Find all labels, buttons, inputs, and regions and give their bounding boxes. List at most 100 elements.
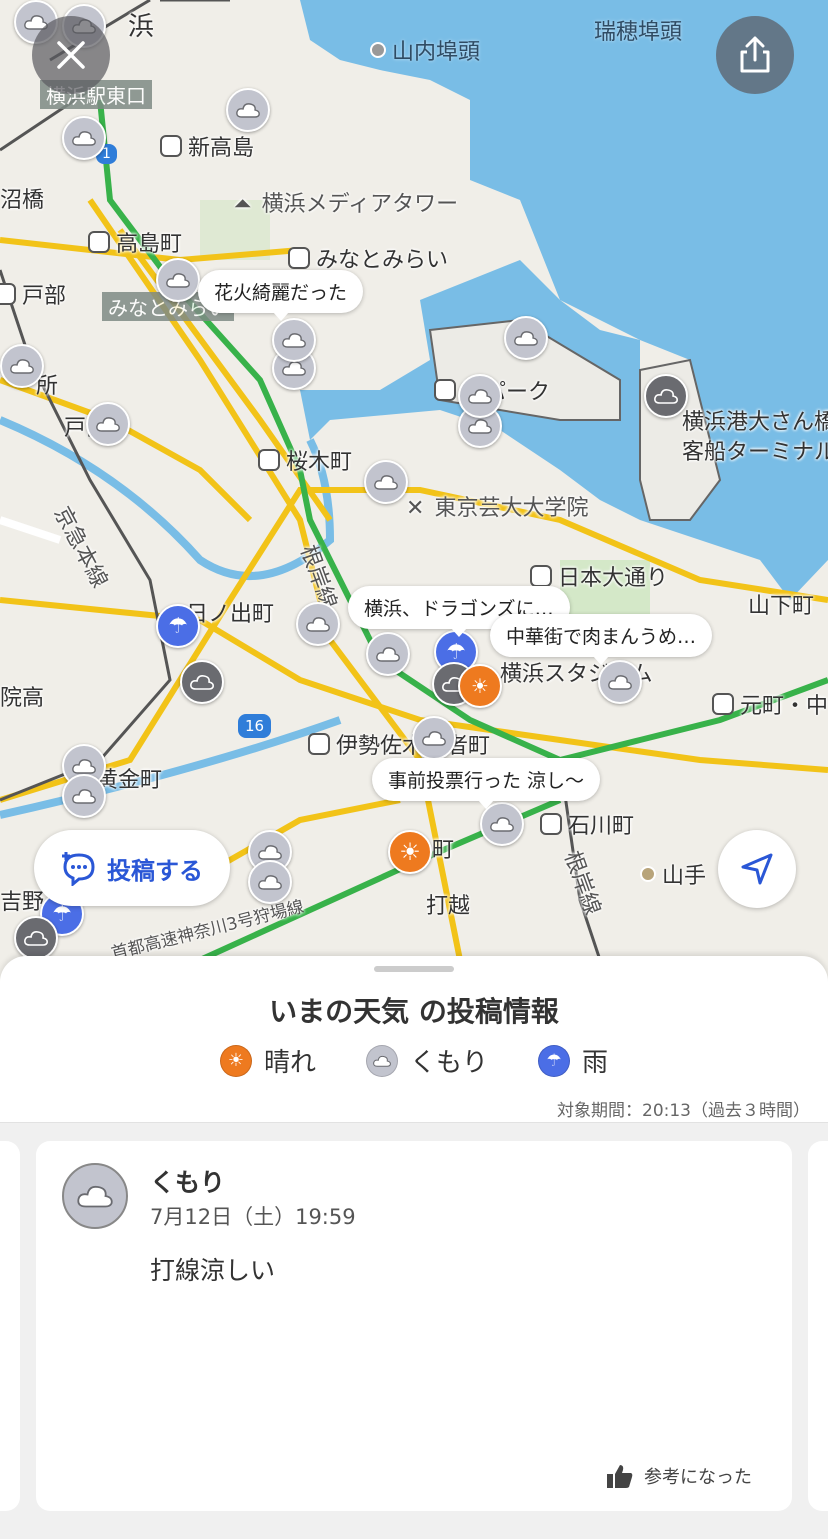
cloud-icon	[306, 617, 330, 632]
label-tobe: 戸部	[0, 278, 66, 310]
label-yamate: 山手	[640, 858, 706, 890]
pin-cloudy[interactable]	[598, 660, 642, 704]
post-card-prev[interactable]	[0, 1141, 20, 1511]
pin-cloudy[interactable]	[0, 344, 44, 388]
bottom-sheet: いまの天気 の投稿情報 ☀ 晴れ くもり ☂ 雨 対象期間：20:13（過去３時…	[0, 956, 828, 1539]
pin-cloudy[interactable]	[62, 116, 106, 160]
legend-sunny: ☀ 晴れ	[219, 1042, 316, 1079]
pin-cloudy[interactable]	[366, 632, 410, 676]
label-media-tower: ⏶ 横浜メディアタワー	[234, 192, 459, 217]
weather-legend: ☀ 晴れ くもり ☂ 雨	[0, 1042, 828, 1079]
pin-cloudy-dark[interactable]	[180, 660, 224, 704]
comment-bubble[interactable]: 事前投票行った 涼し〜	[372, 758, 601, 809]
cloud-icon	[374, 475, 398, 490]
pin-cloudy[interactable]	[272, 318, 316, 362]
cloud-icon	[258, 845, 282, 860]
cloud-icon	[365, 1044, 398, 1077]
post-card-next[interactable]	[808, 1141, 828, 1511]
pin-cloudy[interactable]	[248, 860, 292, 904]
legend-sunny-label: 晴れ	[263, 1048, 316, 1078]
cloud-icon	[10, 359, 34, 374]
cloud-icon	[166, 273, 190, 288]
pin-cloudy[interactable]	[504, 316, 548, 360]
cloud-icon	[282, 333, 306, 348]
sun-cloud-icon: ☀	[471, 674, 489, 698]
cloud-icon	[24, 931, 48, 946]
pin-cloudy[interactable]	[412, 716, 456, 760]
pin-cloudy-dark[interactable]	[14, 916, 58, 960]
cloud-icon	[96, 417, 120, 432]
cloud-icon	[468, 419, 492, 434]
legend-rain: ☂ 雨	[538, 1042, 608, 1079]
cloud-icon	[282, 361, 306, 376]
label-machi: 町	[432, 838, 455, 863]
comment-bubble[interactable]: 中華街で肉まんうめ…	[490, 614, 713, 665]
pin-cloudy[interactable]	[156, 258, 200, 302]
location-arrow-icon	[741, 853, 773, 885]
label-geidai: ✕ 東京芸大大学院	[406, 496, 589, 521]
post-bubble-icon	[62, 852, 95, 886]
post-weather: くもり	[150, 1168, 226, 1197]
label-inkou: 院高	[0, 686, 45, 711]
pin-cloudy[interactable]	[364, 460, 408, 504]
post-card[interactable]: くもり 7月12日（土）19:59 打線涼しい 参考になった	[36, 1141, 792, 1511]
cloud-icon	[468, 389, 492, 404]
cloud-icon	[190, 675, 214, 690]
cloud-icon	[376, 647, 400, 662]
label-hama: 浜	[128, 12, 155, 42]
cloud-icon	[490, 817, 514, 832]
label-takashimacho: 高島町	[88, 226, 182, 258]
cloud-icon	[258, 875, 282, 890]
label-motomachi: 元町・中	[712, 688, 828, 720]
label-mizuho: 瑞穂埠頭	[594, 20, 683, 45]
cloud-icon	[72, 789, 96, 804]
cloud-icon	[654, 389, 678, 404]
sheet-title: いまの天気 の投稿情報	[269, 995, 559, 1028]
label-osanbashi: 横浜港大さん橋	[682, 410, 828, 435]
comment-bubble[interactable]: 花火綺麗だった	[198, 270, 364, 321]
pin-cloudy[interactable]	[62, 774, 106, 818]
pin-cloudy[interactable]	[226, 88, 270, 132]
label-terminal: 客船ターミナル	[682, 440, 828, 465]
pin-cloudy[interactable]	[296, 602, 340, 646]
close-button[interactable]	[32, 16, 110, 94]
cloud-icon	[422, 731, 446, 746]
cloud-icon	[514, 331, 538, 346]
pin-cloudy[interactable]	[458, 374, 502, 418]
cloud-icon	[72, 131, 96, 146]
river2	[0, 716, 342, 819]
label-shintakashima: 新高島	[160, 130, 254, 162]
share-button[interactable]	[716, 16, 794, 94]
sheet-handle[interactable]	[374, 966, 454, 972]
current-location-button[interactable]	[718, 830, 796, 908]
post-button[interactable]: 投稿する	[34, 830, 230, 906]
share-icon	[740, 36, 770, 73]
pin-cloudy-dark[interactable]	[644, 374, 688, 418]
legend-cloudy: くもり	[365, 1042, 488, 1079]
cloud-icon	[236, 103, 260, 118]
pin-sunny[interactable]: ☀	[388, 830, 432, 874]
umbrella-icon: ☂	[446, 639, 466, 665]
pin-cloudy[interactable]	[86, 402, 130, 446]
sun-icon: ☀	[399, 838, 421, 866]
helpful-label: 参考になった	[644, 1467, 752, 1488]
close-icon	[57, 41, 85, 69]
post-carousel[interactable]: くもり 7月12日（土）19:59 打線涼しい 参考になった	[0, 1122, 828, 1539]
cloud-icon	[608, 675, 632, 690]
label-sakuragicho: 桜木町	[258, 444, 352, 476]
legend-cloudy-label: くもり	[409, 1048, 488, 1078]
map-base	[0, 0, 828, 960]
label-yoshino: 吉野	[0, 890, 45, 915]
label-yamanouchi: 山内埠頭	[370, 34, 480, 66]
pin-rain[interactable]: ☂	[156, 604, 200, 648]
post-date: 7月12日（土）19:59	[150, 1205, 356, 1229]
post-body: 打線涼しい	[150, 1256, 276, 1285]
thumbs-up-icon	[607, 1465, 633, 1488]
label-uchikoshi: 打越	[426, 894, 471, 919]
pin-sunny-cloudy[interactable]: ☀	[458, 664, 502, 708]
post-button-label: 投稿する	[107, 856, 203, 885]
cloud-avatar-icon	[62, 1163, 128, 1229]
helpful-button[interactable]: 参考になった	[606, 1463, 752, 1489]
umbrella-icon: ☂	[538, 1044, 570, 1077]
weather-map[interactable]: 浜 瑞穂埠頭 山内埠頭 横浜駅東口 新高島 1 沼橋 ⏶ 横浜メディアタワー 高島…	[0, 0, 828, 960]
